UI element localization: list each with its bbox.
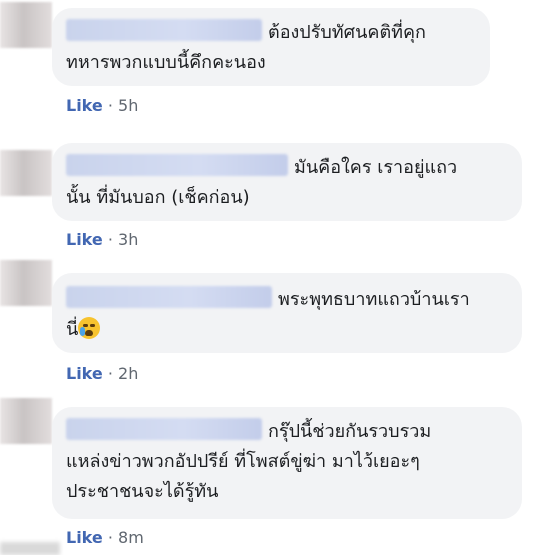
avatar[interactable]	[0, 398, 52, 444]
author-name[interactable]	[66, 418, 262, 440]
watermark-blur	[0, 542, 60, 555]
separator: ·	[107, 528, 113, 547]
avatar[interactable]	[0, 2, 52, 48]
author-name[interactable]	[66, 286, 272, 308]
comment-text-line: นั้น ที่มันบอก (เช็คก่อน)	[66, 187, 250, 208]
author-name[interactable]	[66, 154, 288, 176]
comment-meta: Like · 5h	[66, 96, 138, 115]
timestamp[interactable]: 8m	[118, 528, 144, 547]
comment-bubble: กรุ๊ปนี้ช่วยกันรวบรวม แหล่งข่าวพวกอัปปรี…	[52, 407, 522, 519]
like-button[interactable]: Like	[66, 96, 103, 115]
comment-bubble: มันคือใคร เราอยู่แถว นั้น ที่มันบอก (เช็…	[52, 143, 522, 221]
separator: ·	[107, 96, 113, 115]
crying-face-icon	[78, 317, 101, 339]
separator: ·	[107, 364, 113, 383]
comment-meta: Like · 3h	[66, 230, 138, 249]
comment-text-line: กรุ๊ปนี้ช่วยกันรวบรวม	[268, 421, 432, 442]
like-button[interactable]: Like	[66, 528, 103, 547]
comment-meta: Like · 8m	[66, 528, 144, 547]
comment-text-line: แหล่งข่าวพวกอัปปรีย์ ที่โพสต์ขู่ฆ่า มาไว…	[66, 451, 420, 472]
comment-text-line: ประชาชนจะได้รู้ทัน	[66, 481, 219, 502]
like-button[interactable]: Like	[66, 230, 103, 249]
comment-meta: Like · 2h	[66, 364, 138, 383]
comment-text-line: พระพุทธบาทแถวบ้านเรา	[278, 289, 470, 310]
avatar[interactable]	[0, 150, 52, 196]
separator: ·	[107, 230, 113, 249]
comment-bubble: ต้องปรับทัศนคติที่คุก ทหารพวกแบบนี้คึกคะ…	[52, 8, 490, 86]
comment-text-line: ทหารพวกแบบนี้คึกคะนอง	[66, 52, 266, 73]
comment-text-line: ต้องปรับทัศนคติที่คุก	[268, 22, 426, 43]
timestamp[interactable]: 2h	[118, 364, 138, 383]
comment-bubble: พระพุทธบาทแถวบ้านเรา นี่	[52, 273, 522, 353]
comment-text-line: นี่	[66, 319, 79, 340]
author-name[interactable]	[66, 19, 262, 41]
avatar[interactable]	[0, 260, 52, 306]
comment-text-line: มันคือใคร เราอยู่แถว	[294, 157, 458, 178]
timestamp[interactable]: 3h	[118, 230, 138, 249]
timestamp[interactable]: 5h	[118, 96, 138, 115]
like-button[interactable]: Like	[66, 364, 103, 383]
